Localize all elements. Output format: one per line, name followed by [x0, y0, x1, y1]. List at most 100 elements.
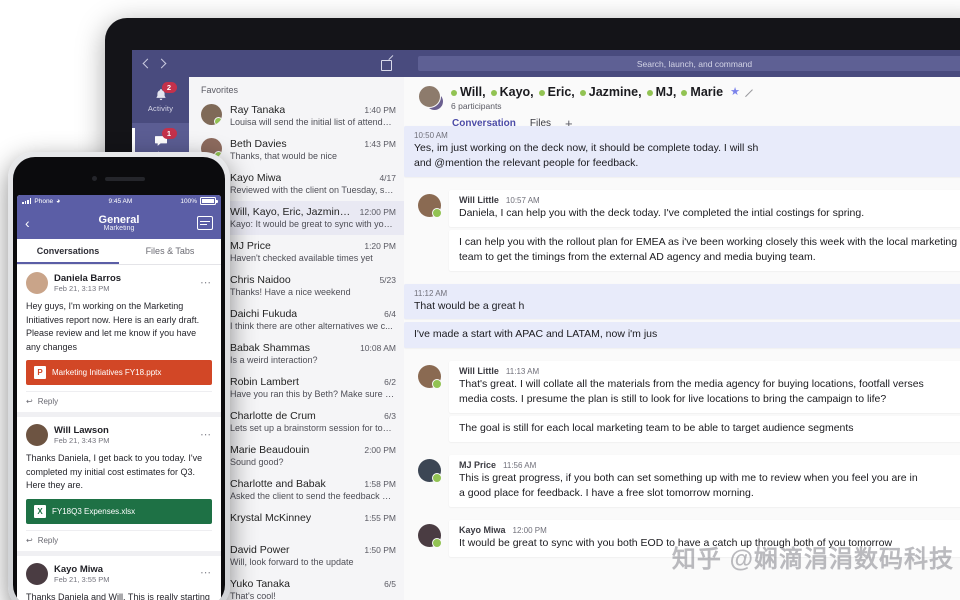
- message-meta: MJ Price 11:56 AM: [459, 460, 960, 470]
- participant[interactable]: MJ,: [646, 85, 677, 101]
- more-options-icon[interactable]: ⋯: [200, 277, 212, 289]
- phone-post[interactable]: Kayo Miwa Feb 21, 3:55 PM ⋯ Thanks Daniela …: [17, 556, 221, 600]
- presence-dot: [451, 90, 457, 96]
- chevron-right-icon[interactable]: [156, 57, 169, 70]
- message-bubble[interactable]: Kayo Miwa 12:00 PM It would be great to sy…: [449, 519, 960, 557]
- participant[interactable]: Will,: [451, 85, 486, 101]
- participant[interactable]: Kayo,: [490, 85, 534, 101]
- message-time: 11:13 AM: [505, 367, 540, 377]
- phone-tab-files[interactable]: Files & Tabs: [119, 239, 221, 264]
- rail-item-activity[interactable]: 2 Activity: [132, 77, 189, 123]
- message-bubble[interactable]: Will Little 11:13 AM That's great. I will …: [449, 361, 960, 414]
- chat-list-item-body: Charlotte de Crum 6/3 Lets set up a brains…: [230, 410, 396, 433]
- phone-post-time: Feb 21, 3:55 PM: [54, 574, 110, 584]
- chat-list-item-name: Ray Tanaka: [230, 104, 286, 116]
- speaker-grille: [105, 177, 145, 181]
- chat-icon: 1: [152, 128, 177, 149]
- chat-list-item-preview: Lets set up a brainstorm session for tom…: [230, 423, 396, 433]
- file-name: FY18Q3 Expenses.xlsx: [52, 506, 136, 516]
- activity-badge: 2: [161, 82, 177, 93]
- phone-post-author: Will Lawson: [54, 425, 109, 436]
- screenshot-stage: 2 Activity 1 Chat: [0, 0, 960, 600]
- participant[interactable]: Marie: [681, 85, 723, 101]
- chat-list-item-body: Beth Davies 1:43 PM Thanks, that would be …: [230, 138, 396, 161]
- message-stack: Kayo Miwa 12:00 PM It would be great to sy…: [449, 519, 960, 560]
- avatar: [418, 193, 442, 218]
- chat-list-item-time: 1:50 PM: [364, 545, 396, 555]
- message-bubble[interactable]: The goal is still for each local marketi…: [449, 416, 960, 443]
- chat-list-item-body: Krystal McKinney 1:55 PM: [230, 512, 396, 525]
- chat-list-item-body: Will, Kayo, Eric, Jazmine, +2 12:00 PM Kay…: [230, 206, 396, 229]
- chat-list-item-header: David Power 1:50 PM: [230, 544, 396, 556]
- chat-list-item-time: 6/3: [384, 411, 396, 421]
- participant-label: Jazmine,: [588, 85, 642, 100]
- team-subtitle: Marketing: [103, 225, 135, 232]
- chat-list-item-preview: Will, look forward to the update: [230, 557, 354, 567]
- chat-list-item-preview: Thanks! Have a nice weekend: [230, 287, 351, 297]
- message-bubble[interactable]: 11:12 AM That would be a great h: [404, 283, 960, 320]
- message-bubble[interactable]: 10:50 AM Yes, im just working on the deck…: [404, 126, 960, 177]
- phone-post-author-block: Kayo Miwa Feb 21, 3:55 PM: [54, 564, 109, 584]
- phone-post-text: Hey guys, I'm working on the Marketing I…: [26, 301, 200, 352]
- phone-nav-bar: ‹ General Marketing: [17, 207, 221, 239]
- rail-label-activity: Activity: [147, 104, 174, 113]
- participant-label: MJ,: [655, 85, 677, 100]
- chat-list-item-name: Chris Naidoo: [230, 274, 291, 286]
- chat-list-item-name: Robin Lambert: [230, 376, 299, 388]
- presence-dot: [490, 90, 497, 96]
- participant-label: Kayo,: [499, 85, 534, 100]
- presence-dot: [646, 90, 653, 96]
- chevron-left-icon[interactable]: [140, 57, 153, 70]
- message-author: Will Little: [459, 194, 499, 205]
- star-icon[interactable]: ★: [730, 86, 740, 100]
- message-bubble[interactable]: MJ Price 11:56 AM This is great progress, …: [449, 455, 960, 507]
- status-time: 9:45 AM: [108, 197, 133, 205]
- phone-screen: Phone ◕ 9:45 AM 100% ‹ General Marketing: [17, 195, 221, 600]
- file-attachment[interactable]: X FY18Q3 Expenses.xlsx: [26, 498, 212, 524]
- chat-list-item-time: 10:08 AM: [360, 343, 396, 353]
- chat-list-item-header: Yuko Tanaka 6/5: [230, 578, 396, 590]
- chat-list-item-preview: Asked the client to send the feedback by…: [230, 491, 396, 501]
- message-stack: 11:12 AM That would be a great h I've made…: [404, 283, 960, 352]
- message-meta: Kayo Miwa 12:00 PM: [459, 525, 960, 535]
- avatar: [26, 272, 48, 294]
- message-list: 10:50 AM Yes, im just working on the deck…: [404, 120, 960, 600]
- chat-list-item-preview: Thanks, that would be nice: [230, 151, 338, 161]
- reply-button[interactable]: ↩ Reply: [26, 529, 212, 551]
- chat-list-item-time: 4/17: [379, 173, 396, 183]
- search-input[interactable]: Search, launch, and command: [418, 56, 960, 71]
- phone-post[interactable]: Will Lawson Feb 21, 3:43 PM ⋯ Thanks Daniel…: [17, 417, 221, 551]
- phone-tab-conversations[interactable]: Conversations: [17, 239, 119, 264]
- participant[interactable]: Jazmine,: [579, 85, 642, 101]
- participant-count: 6 participants: [451, 100, 502, 111]
- more-options-icon[interactable]: ⋯: [200, 429, 212, 441]
- message-bubble[interactable]: I can help you with the rollout plan for…: [449, 229, 960, 271]
- chat-list-item-name: Kayo Miwa: [230, 172, 282, 184]
- chat-list-item-name: Charlotte and Babak: [230, 478, 326, 490]
- reply-label: Reply: [37, 397, 59, 406]
- chat-list-item-body: Robin Lambert 6/2 Have you ran this by Bet…: [230, 376, 396, 399]
- battery-label: 100%: [180, 197, 197, 205]
- powerpoint-icon: P: [34, 366, 46, 379]
- more-options-icon[interactable]: ⋯: [200, 568, 212, 579]
- new-conversation-icon[interactable]: [197, 216, 213, 230]
- participant-label: Eric,: [547, 85, 575, 100]
- message-bubble[interactable]: I've made a start with APAC and LATAM, n…: [404, 322, 960, 349]
- message: 11:12 AM That would be a great h I've made…: [404, 283, 960, 352]
- pencil-icon[interactable]: [745, 88, 756, 99]
- chat-list-item[interactable]: Ray Tanaka 1:40 PM Louisa will send the in…: [189, 99, 404, 133]
- file-attachment[interactable]: P Marketing Initiatives FY18.pptx: [26, 360, 212, 385]
- message-text: team to get the timings from the externa…: [459, 250, 816, 263]
- message-bubble[interactable]: Will Little 10:57 AM Daniela, I can help y…: [449, 189, 960, 227]
- chat-list-item-header: Kayo Miwa 4/17: [230, 172, 396, 184]
- phone-post[interactable]: Daniela Barros Feb 21, 3:13 PM ⋯ Hey guys, …: [17, 265, 221, 412]
- chat-list-item-header: Krystal McKinney 1:55 PM: [230, 512, 396, 524]
- avatar: [26, 424, 48, 446]
- chat-list-item-header: MJ Price 1:20 PM: [230, 240, 396, 252]
- phone-tabs: Conversations Files & Tabs: [17, 239, 221, 265]
- reply-button[interactable]: ↩ Reply: [26, 391, 212, 412]
- avatar: [26, 562, 48, 585]
- compose-icon[interactable]: [380, 57, 394, 71]
- chat-list-item-preview: Sound good?: [230, 457, 284, 467]
- participant[interactable]: Eric,: [538, 85, 575, 101]
